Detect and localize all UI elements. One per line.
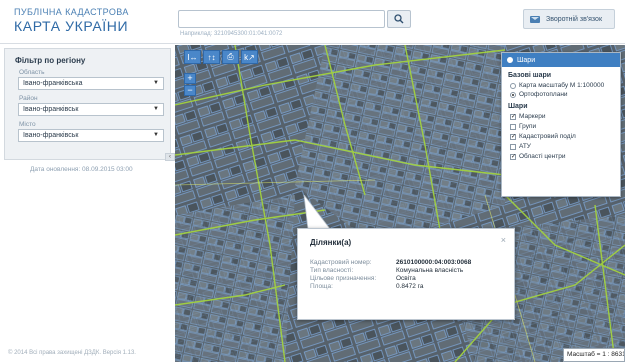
popup-row-area: Площа: 0.8472 га (310, 283, 424, 290)
site-logo[interactable]: ПУБЛІЧНА КАДАСТРОВА КАРТА УКРАЇНИ (14, 7, 129, 34)
map-view[interactable]: I↔ ↑↕ ⎙ k↗ + − Шари Базові шари Карта ма… (175, 45, 625, 362)
base-layer-ortho[interactable]: Ортофотоплани (510, 91, 568, 98)
filter-title: Фільтр по регіону (15, 56, 86, 65)
zoom-controls: + − (184, 73, 196, 97)
layer-markers[interactable]: ✓ Маркери (510, 113, 546, 120)
copyright: © 2014 Всі права захищені ДЗДК. Версія 1… (8, 350, 136, 356)
link-button[interactable]: k↗ (241, 50, 258, 64)
layer-label: Маркери (519, 113, 546, 120)
checkbox-checked-icon: ✓ (510, 153, 517, 160)
search-hint: Наприклад: 3210945300:01:041:0072 (180, 31, 283, 37)
oblast-select[interactable]: Івано-франківська ▼ (18, 77, 164, 90)
raion-label: Район (19, 95, 38, 102)
search-button[interactable] (387, 10, 411, 28)
chevron-down-icon: ▼ (153, 132, 159, 138)
popup-row-purpose: Цільове призначення: Освіта (310, 275, 416, 282)
popup-key: Площа: (310, 283, 333, 290)
popup-title: Ділянки(а) (310, 238, 352, 247)
logo-line-2: КАРТА УКРАЇНИ (14, 18, 129, 34)
raion-select[interactable]: Івано-франківськ ▼ (18, 103, 164, 116)
radio-off-icon (510, 82, 516, 89)
base-layer-label: Карта масштабу М 1:100000 (519, 82, 605, 89)
layer-label: Кадастровий поділ (519, 133, 576, 140)
measure-area-button[interactable]: ↑↕ (203, 50, 220, 64)
raion-value: Івано-франківськ (23, 106, 79, 113)
collapse-filter-button[interactable]: ‹ (165, 153, 175, 161)
popup-value: Освіта (396, 275, 416, 282)
misto-value: Івано-франківськ (23, 132, 79, 139)
feedback-label: Зворотній зв'язок (546, 15, 603, 23)
search-icon (394, 14, 404, 24)
base-layer-map[interactable]: Карта масштабу М 1:100000 (510, 82, 604, 89)
misto-select[interactable]: Івано-франківськ ▼ (18, 129, 164, 142)
misto-label: Місто (19, 121, 36, 128)
layers-icon (507, 57, 513, 63)
checkbox-empty-icon (510, 143, 516, 150)
sidebar: Фільтр по регіону Область Івано-франківс… (0, 45, 175, 362)
print-button[interactable]: ⎙ (222, 50, 239, 64)
popup-key: Цільове призначення: (310, 275, 377, 282)
popup-value: 2610100000:04:003:0068 (396, 259, 472, 266)
feedback-button[interactable]: Зворотній зв'язок (523, 9, 615, 29)
popup-value: 0.8472 га (396, 283, 424, 290)
layer-label: Групи (519, 123, 537, 130)
layers-panel: Шари Базові шари Карта масштабу М 1:1000… (501, 52, 621, 197)
region-filter: Фільтр по регіону Область Івано-франківс… (4, 48, 175, 161)
layer-label: Області центри (519, 153, 566, 160)
chevron-down-icon: ▼ (153, 80, 159, 86)
radio-on-icon (510, 91, 516, 98)
popup-pointer (303, 195, 331, 231)
base-layer-label: Ортофотоплани (519, 91, 568, 98)
logo-line-1: ПУБЛІЧНА КАДАСТРОВА (14, 7, 129, 17)
popup-row-ownership: Тип власності: Комунальна власність (310, 267, 463, 274)
zoom-out-button[interactable]: − (184, 85, 196, 96)
checkbox-empty-icon (510, 123, 516, 130)
zoom-in-button[interactable]: + (184, 73, 196, 84)
measure-distance-button[interactable]: I↔ (184, 50, 201, 64)
popup-value: Комунальна власність (396, 267, 464, 274)
layer-groups[interactable]: Групи (510, 123, 536, 130)
oblast-value: Івано-франківська (23, 80, 83, 87)
search-input[interactable] (178, 10, 385, 28)
popup-key: Кадастровий номер: (310, 259, 372, 266)
layer-atu[interactable]: АТУ (510, 143, 531, 150)
map-scale: Масштаб = 1 : 8631 (563, 348, 625, 362)
chevron-down-icon: ▼ (153, 106, 159, 112)
close-icon[interactable]: × (501, 235, 506, 245)
parcel-popup: Ділянки(а) × Кадастровий номер: 26101000… (297, 228, 515, 320)
layers-title: Шари (517, 56, 536, 64)
mail-icon (530, 15, 540, 23)
header: ПУБЛІЧНА КАДАСТРОВА КАРТА УКРАЇНИ Наприк… (0, 0, 625, 44)
layer-centers[interactable]: ✓ Області центри (510, 153, 565, 160)
layers-panel-header[interactable]: Шари (502, 53, 620, 67)
overlay-layers-title: Шари (508, 103, 528, 110)
popup-row-cadnum: Кадастровий номер: 2610100000:04:003:006… (310, 259, 471, 266)
oblast-label: Область (19, 69, 45, 76)
base-layers-title: Базові шари (508, 72, 552, 79)
popup-key: Тип власності: (310, 267, 354, 274)
layer-label: АТУ (519, 143, 531, 150)
checkbox-checked-icon: ✓ (510, 133, 517, 140)
update-date: Дата оновлення: 08.09.2015 03:00 (30, 166, 133, 173)
map-toolbar: I↔ ↑↕ ⎙ k↗ (184, 50, 258, 64)
checkbox-checked-icon: ✓ (510, 113, 517, 120)
layer-cadastre[interactable]: ✓ Кадастровий поділ (510, 133, 576, 140)
